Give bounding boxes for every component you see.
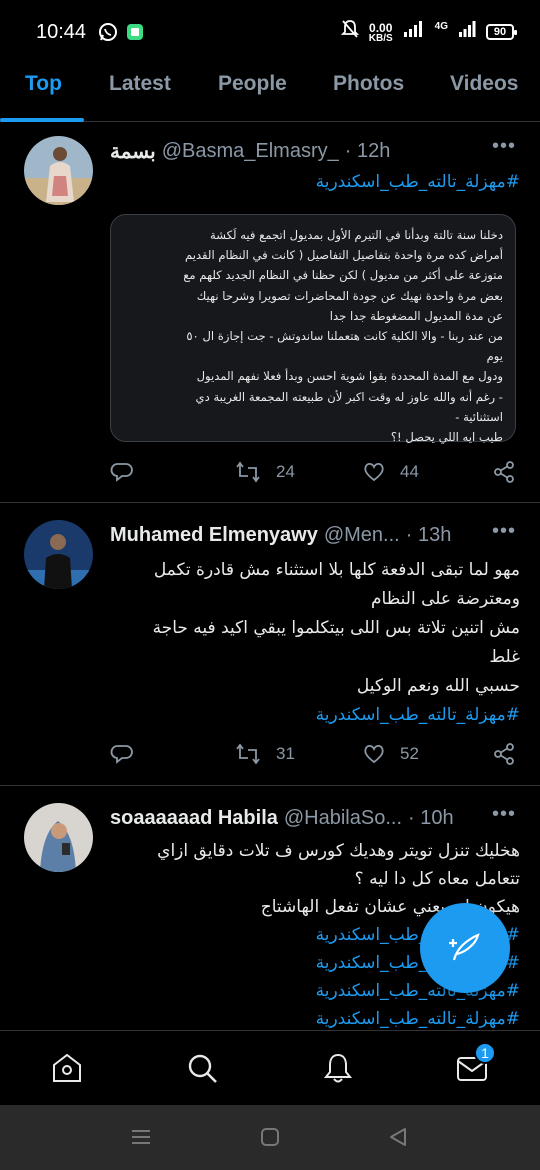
active-tab-indicator [0,118,84,122]
tweet-actions: 31 52 [110,739,520,769]
signal-icon [403,20,425,44]
tweet-time: · 10h [408,807,454,829]
avatar[interactable] [24,136,93,205]
hashtag-link[interactable]: #مهزلة_تالته_طب_اسكندرية [110,168,520,197]
author-name[interactable]: بسمة [110,139,156,164]
mute-icon [340,19,359,45]
tweet-time: · 13h [405,524,452,546]
retweet-button[interactable]: 31 [234,742,295,766]
tab-people[interactable]: People [218,72,287,96]
tab-top[interactable]: Top [25,72,62,96]
like-button[interactable]: 52 [362,742,419,766]
author-handle[interactable]: @Basma_Elmasry_ [162,140,339,163]
retweet-icon [236,743,260,765]
tweet-line: ومعترضة على النظام [370,589,520,609]
compose-icon [449,933,480,961]
tweet-line: تتعامل معاه كل دا ليه ؟ [354,869,520,889]
tweet[interactable]: Muhamed Elmenyawy @Men... · 13h ••• مهو … [0,504,540,786]
card-line: متوزعة على أكثر من مديول ) لكن حظنا في ا… [183,268,503,283]
share-icon [494,461,514,483]
tab-videos[interactable]: Videos [450,72,518,96]
network-type: 4G [434,20,448,32]
messages-badge: 1 [474,1042,496,1064]
author-handle[interactable]: @HabilaSo... [284,807,402,830]
net-speed: 0.00 KB/S [368,20,393,44]
tweet-header: بسمة @Basma_Elmasry_ · 12h ••• [110,135,520,164]
card-line: - رغم أنه والله عاوز له وقت اكبر لأن طبي… [195,389,503,404]
search-icon[interactable] [185,1051,219,1085]
card-line: عن مدة المديول المضغوطة جدا جدا [329,308,503,323]
card-line: أمراض كده مرة واحدة بتفاصيل التفاصيل ( ك… [185,248,503,263]
retweet-button[interactable]: 24 [234,460,295,484]
more-options-icon[interactable]: ••• [492,803,516,826]
heart-icon [364,462,384,482]
card-line: طيب ايه اللي يحصل !؟ [390,430,503,445]
card-line: بعض مرة واحدة نهيك عن جودة المحاضرات تصو… [196,288,503,303]
tweet-line: مش اتنين تلاتة بس اللى بيتكلموا يبقي اكي… [152,618,520,638]
more-options-icon[interactable]: ••• [492,520,516,543]
reply-icon [110,463,133,482]
tweet-time: · 12h [344,140,391,162]
more-options-icon[interactable]: ••• [492,135,516,158]
card-line: من عند ربنا - والا الكلية كانت هتعملنا س… [186,329,503,344]
retweet-icon [236,461,260,483]
compose-button[interactable] [420,903,510,993]
back-icon[interactable] [387,1126,409,1152]
system-nav-bar [0,1105,540,1170]
author-name[interactable]: Muhamed Elmenyawy [110,524,318,547]
bell-icon[interactable] [321,1051,355,1085]
recents-icon[interactable] [130,1127,152,1151]
like-button[interactable]: 44 [362,460,419,484]
tweet-header: soaaaaaad Habila @HabilaSo... · 10h ••• [110,803,520,830]
tweet-line: حسبي الله ونعم الوكيل [356,676,520,696]
status-bar: 10:44 0.00 KB/S 4G 90 [0,0,540,64]
avatar[interactable] [24,803,93,872]
share-button[interactable] [492,742,516,766]
home-nav-icon[interactable] [260,1127,280,1151]
battery-icon: 90 [486,24,517,40]
tweet-line: غلط [489,647,520,667]
tweet-text: #مهزلة_تالته_طب_اسكندرية [110,168,520,197]
status-time: 10:44 [36,20,87,43]
share-icon [494,743,514,765]
reply-button[interactable] [110,742,134,766]
heart-icon [364,744,384,764]
retweet-count: 31 [276,744,295,763]
hashtag-link[interactable]: #مهزلة_تالته_طب_اسكندرية [110,1005,520,1033]
retweet-count: 24 [276,462,295,481]
card-line: ودول مع المدة المحددة بقوا شوية احسن وبد… [196,369,503,384]
reply-icon [110,745,133,764]
like-count: 52 [400,744,419,763]
tweet-text: مهو لما تبقى الدفعة كلها بلا استثناء مش … [110,556,520,730]
card-line: استثنائية - [455,409,503,424]
tweet-line: هخليك تنزل تويتر وهديك كورس ف تلات دقايق… [157,841,520,861]
tweet-header: Muhamed Elmenyawy @Men... · 13h ••• [110,520,520,547]
tweet-actions: 24 44 [110,457,520,487]
app-root: 10:44 0.00 KB/S 4G 90 Top Latest People P… [0,0,540,1170]
reply-button[interactable] [110,460,134,484]
author-handle[interactable]: @Men... [324,524,400,547]
tweet-image-text[interactable]: دخلنا سنة تالتة وبدأنا في التيرم الأول ب… [110,214,516,444]
avatar[interactable] [24,520,93,589]
whatsapp-icon [98,22,118,42]
card-line: يوم [486,349,503,364]
hashtag-link[interactable]: #مهزلة_تالته_طب_اسكندرية [110,701,520,730]
share-button[interactable] [492,460,516,484]
card-line: دخلنا سنة تالتة وبدأنا في التيرم الأول ب… [210,228,503,242]
tweet-line: مهو لما تبقى الدفعة كلها بلا استثناء مش … [153,560,520,580]
search-tabs: Top Latest People Photos Videos [0,64,540,122]
signal-icon-2 [458,20,476,44]
tab-latest[interactable]: Latest [109,72,171,96]
bottom-nav [0,1030,540,1105]
app-notification-icon [126,23,144,41]
tweet[interactable]: بسمة @Basma_Elmasry_ · 12h ••• #مهزلة_تا… [0,123,540,503]
author-name[interactable]: soaaaaaad Habila [110,807,278,830]
home-icon[interactable] [50,1051,84,1085]
tab-photos[interactable]: Photos [333,72,404,96]
like-count: 44 [400,462,419,481]
